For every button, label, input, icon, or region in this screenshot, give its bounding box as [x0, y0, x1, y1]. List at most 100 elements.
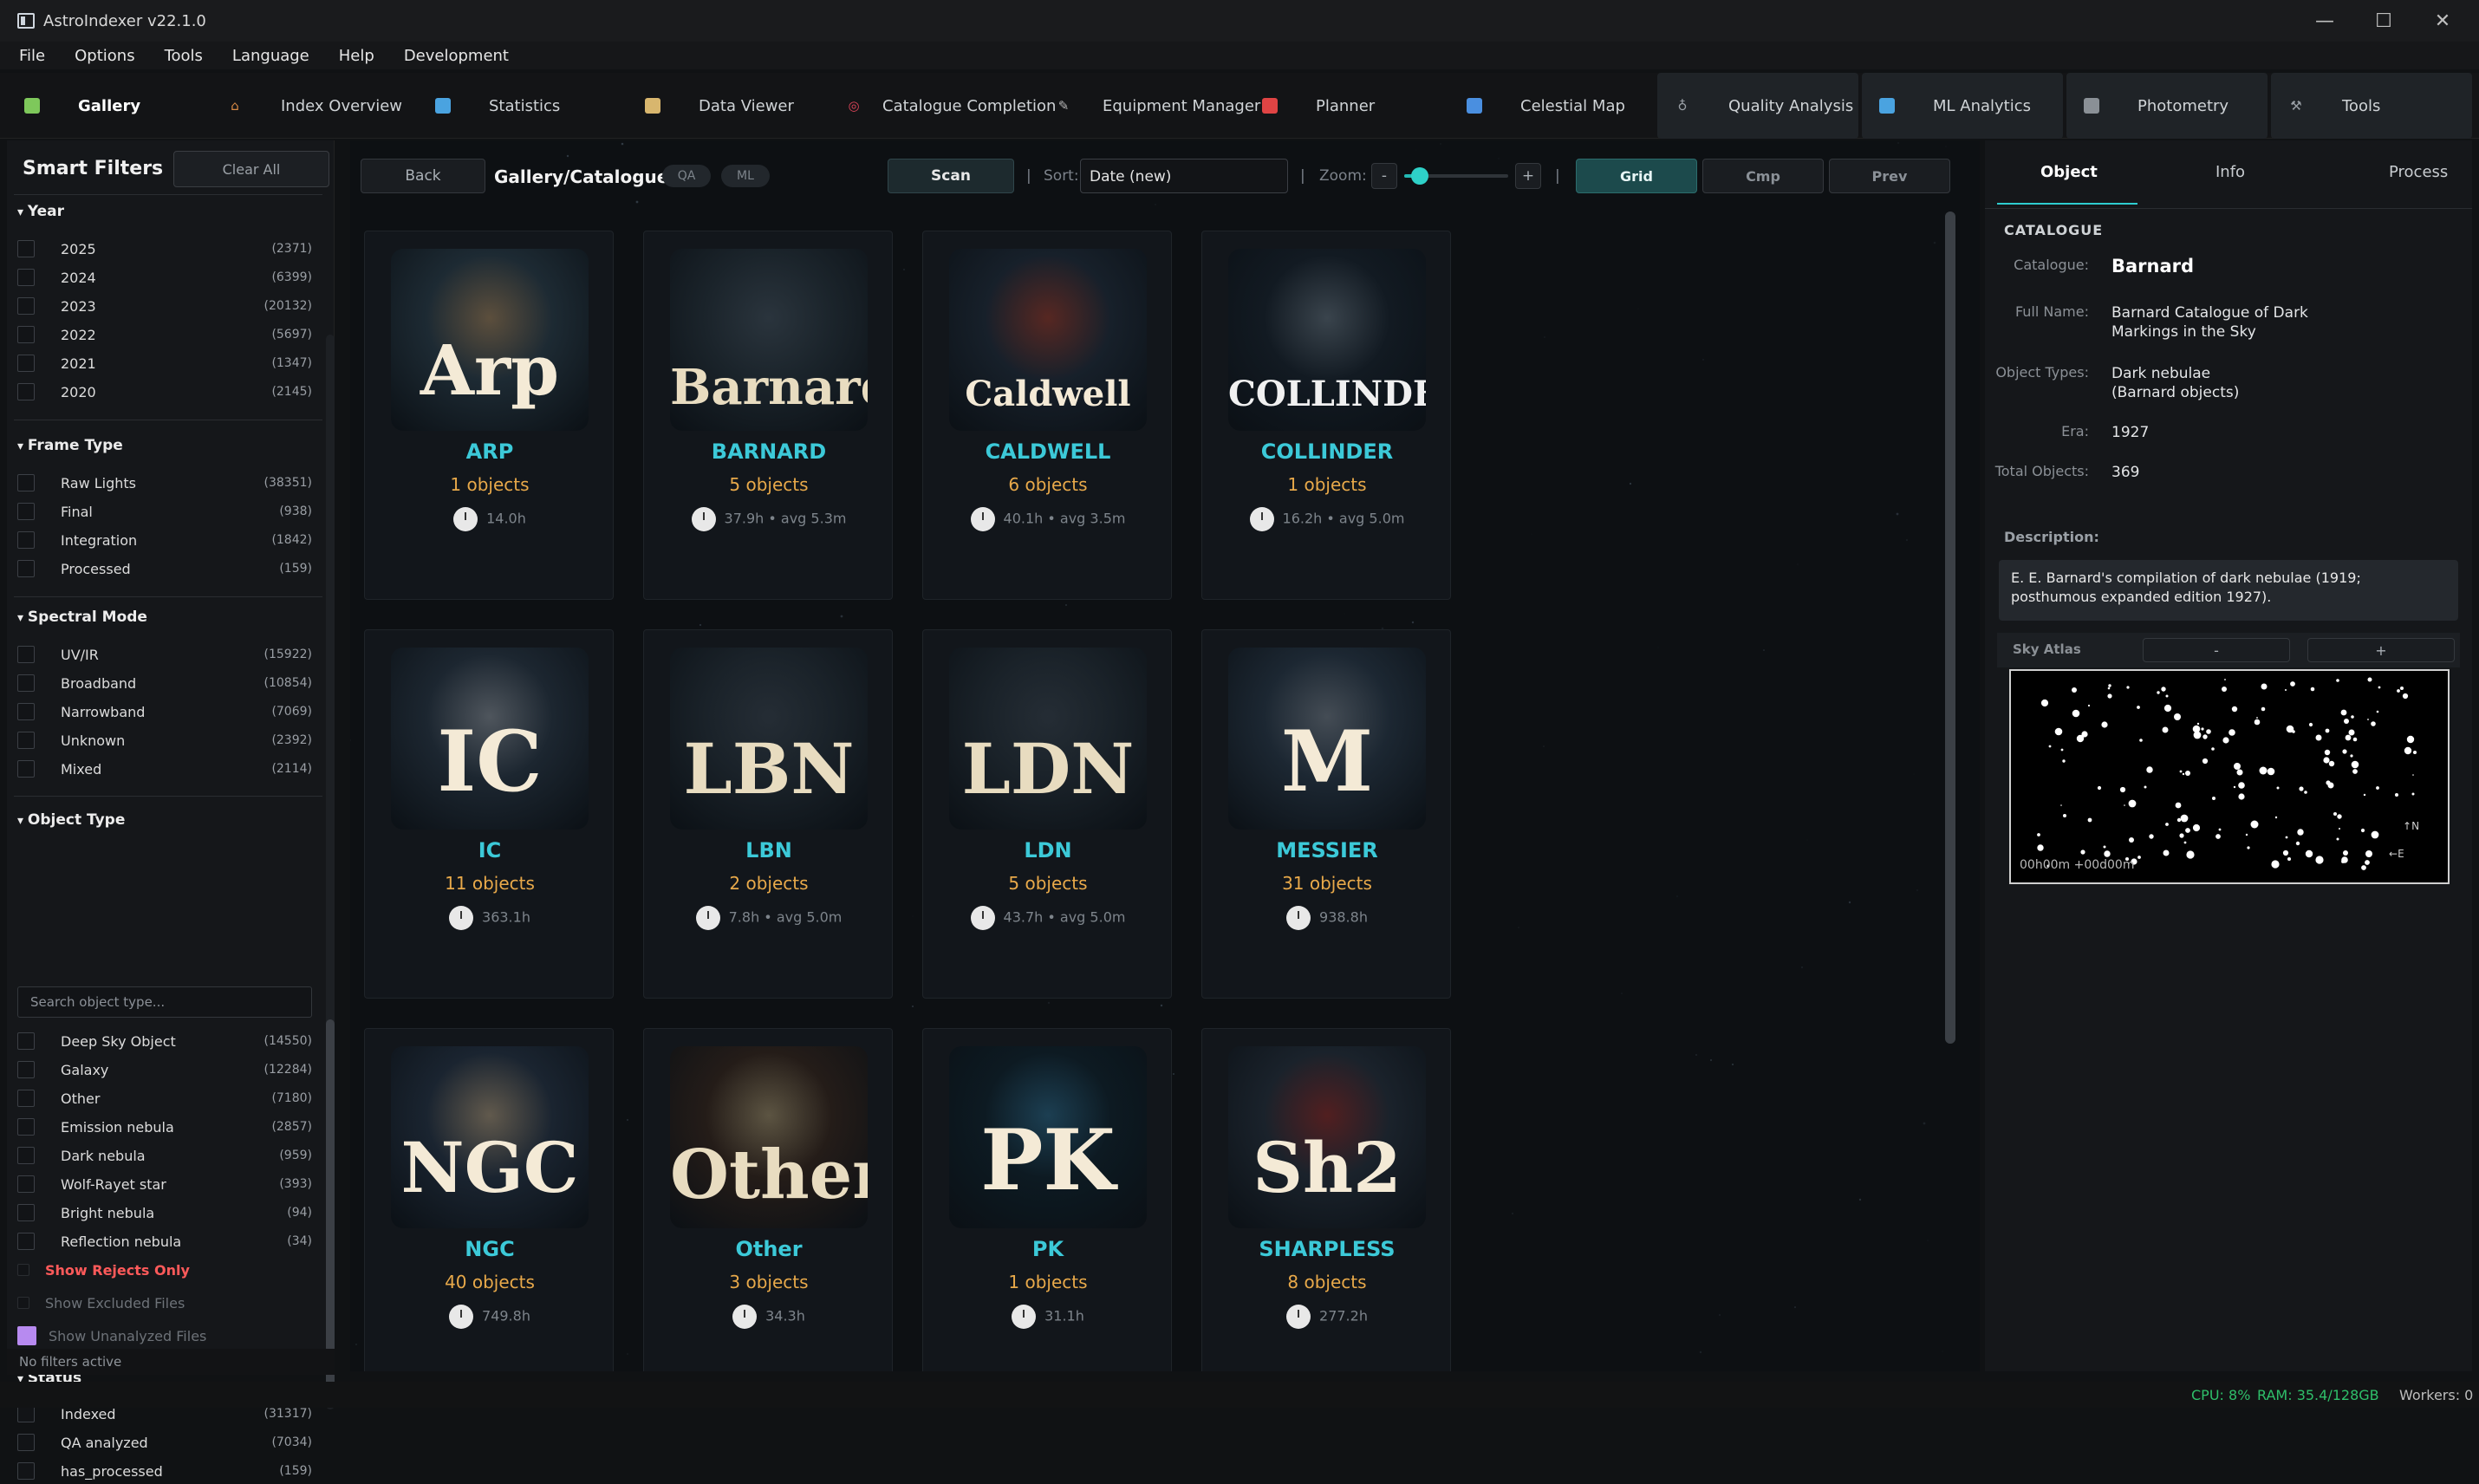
tab-statistics[interactable]: Statistics [435, 73, 560, 139]
filter-type-galaxy[interactable]: Galaxy (12284) [17, 1057, 312, 1083]
show-excluded-toggle[interactable]: Show Excluded Files [17, 1290, 312, 1316]
checkbox[interactable] [17, 1175, 35, 1193]
checkbox[interactable] [17, 1405, 35, 1422]
checkbox[interactable] [17, 1032, 35, 1050]
atlas-zoom-out-button[interactable]: - [2143, 638, 2290, 662]
checkbox[interactable] [17, 1297, 29, 1309]
filter-type-wolf-rayet[interactable]: Wolf-Rayet star (393) [17, 1171, 312, 1197]
catalogue-card[interactable]: PK PK 1 objects 31.1h [922, 1028, 1172, 1371]
checkbox[interactable] [17, 531, 35, 549]
checkbox[interactable] [17, 1204, 35, 1221]
checkbox[interactable] [17, 760, 35, 778]
back-button[interactable]: Back [361, 159, 485, 193]
catalogue-card[interactable]: LBN LBN 2 objects 7.8h • avg 5.0m [643, 629, 893, 999]
filter-frame-integration[interactable]: Integration (1842) [17, 527, 312, 553]
object-type-section-header[interactable]: Object Type [17, 811, 125, 829]
filter-type-emission-nebula[interactable]: Emission nebula (2857) [17, 1114, 312, 1140]
tab-planner[interactable]: Planner [1262, 73, 1375, 139]
checkbox[interactable] [17, 269, 35, 286]
grid-view-button[interactable]: Grid [1576, 159, 1697, 193]
catalogue-card[interactable]: NGC NGC 40 objects 749.8h [364, 1028, 614, 1371]
catalogue-card[interactable]: M MESSIER 31 objects 938.8h [1201, 629, 1451, 999]
filter-year-2023[interactable]: 2023 (20132) [17, 293, 312, 319]
checkbox[interactable] [17, 732, 35, 749]
qa-filter-pill[interactable]: QA [662, 165, 711, 187]
checkbox[interactable] [17, 1090, 35, 1107]
menu-file[interactable]: File [9, 47, 55, 65]
atlas-zoom-in-button[interactable]: + [2307, 638, 2455, 662]
spectral-mode-section-header[interactable]: Spectral Mode [17, 609, 147, 626]
checkbox[interactable] [17, 355, 35, 372]
checkbox[interactable] [17, 383, 35, 400]
checkbox[interactable] [17, 1061, 35, 1078]
catalogue-card[interactable]: LDN LDN 5 objects 43.7h • avg 5.0m [922, 629, 1172, 999]
filter-type-bright-nebula[interactable]: Bright nebula (94) [17, 1200, 312, 1226]
show-rejects-toggle[interactable]: Show Rejects Only [17, 1257, 312, 1283]
checkbox[interactable] [17, 1462, 35, 1480]
filter-year-2021[interactable]: 2021 (1347) [17, 350, 312, 376]
menu-development[interactable]: Development [394, 47, 519, 65]
filter-spectral-unknown[interactable]: Unknown (2392) [17, 727, 312, 753]
filter-frame-raw-lights[interactable]: Raw Lights (38351) [17, 470, 312, 496]
checkbox[interactable] [17, 1264, 29, 1276]
ml-filter-pill[interactable]: ML [721, 165, 770, 187]
filter-spectral-uvir[interactable]: UV/IR (15922) [17, 641, 312, 667]
catalogue-card[interactable]: COLLINDER COLLINDER 1 objects 16.2h • avg 5… [1201, 231, 1451, 600]
filters-scrollbar[interactable] [326, 335, 335, 1409]
checkbox[interactable] [17, 1118, 35, 1136]
filter-type-dark-nebula[interactable]: Dark nebula (959) [17, 1142, 312, 1168]
tab-tools[interactable]: ⚒ Tools [2271, 73, 2472, 139]
checkbox[interactable] [17, 503, 35, 520]
filter-year-2022[interactable]: 2022 (5697) [17, 322, 312, 348]
frame-type-section-header[interactable]: Frame Type [17, 437, 123, 454]
zoom-slider-handle[interactable] [1411, 167, 1428, 185]
filter-status-qa-analyzed[interactable]: QA analyzed (7034) [17, 1429, 312, 1455]
checkbox[interactable] [17, 560, 35, 577]
preview-view-button[interactable]: Prev [1829, 159, 1950, 193]
checkbox[interactable] [17, 1326, 36, 1345]
checkbox[interactable] [17, 1233, 35, 1250]
tab-process[interactable]: Process [2389, 163, 2448, 181]
tab-equipment-manager[interactable]: ✎ Equipment Manager [1056, 73, 1261, 139]
scan-button[interactable]: Scan [888, 159, 1014, 193]
checkbox[interactable] [17, 703, 35, 720]
tab-photometry[interactable]: Photometry [2066, 73, 2268, 139]
close-button[interactable]: ✕ [2410, 0, 2476, 42]
zoom-slider[interactable] [1404, 167, 1508, 185]
zoom-out-button[interactable]: - [1371, 163, 1397, 189]
filter-spectral-broadband[interactable]: Broadband (10854) [17, 670, 312, 696]
object-type-search-input[interactable]: Search object type... [17, 986, 312, 1018]
checkbox[interactable] [17, 1147, 35, 1164]
filter-frame-processed[interactable]: Processed (159) [17, 556, 312, 582]
filter-type-deep-sky[interactable]: Deep Sky Object (14550) [17, 1028, 312, 1054]
zoom-in-button[interactable]: + [1515, 163, 1541, 189]
maximize-button[interactable]: ☐ [2351, 0, 2417, 42]
catalogue-card[interactable]: Sh2 SHARPLESS 8 objects 277.2h [1201, 1028, 1451, 1371]
menu-help[interactable]: Help [329, 47, 385, 65]
filter-type-reflection-nebula[interactable]: Reflection nebula (34) [17, 1228, 312, 1254]
tab-quality-analysis[interactable]: ♁ Quality Analysis [1657, 73, 1858, 139]
checkbox[interactable] [17, 674, 35, 692]
filter-year-2020[interactable]: 2020 (2145) [17, 379, 312, 405]
catalogue-card[interactable]: Arp ARP 1 objects 14.0h [364, 231, 614, 600]
show-unanalyzed-toggle[interactable]: Show Unanalyzed Files [17, 1323, 312, 1349]
catalogue-card[interactable]: Caldwell CALDWELL 6 objects 40.1h • avg 3.5… [922, 231, 1172, 600]
filter-frame-final[interactable]: Final (938) [17, 498, 312, 524]
tab-index-overview[interactable]: ⌂ Index Overview [227, 73, 402, 139]
checkbox[interactable] [17, 297, 35, 315]
sky-atlas-canvas[interactable]: 00h00m +00d00m ↑N ←E [2009, 669, 2450, 884]
menu-options[interactable]: Options [64, 47, 145, 65]
filter-type-other[interactable]: Other (7180) [17, 1085, 312, 1111]
filter-year-2025[interactable]: 2025 (2371) [17, 236, 312, 262]
sort-select[interactable]: Date (new) [1080, 159, 1288, 193]
gallery-scrollbar[interactable] [1945, 212, 1955, 1044]
tab-gallery[interactable]: Gallery [24, 73, 140, 139]
filter-spectral-narrowband[interactable]: Narrowband (7069) [17, 699, 312, 725]
year-section-header[interactable]: Year [17, 203, 64, 220]
tab-info[interactable]: Info [2215, 163, 2245, 181]
minimize-button[interactable]: — [2292, 0, 2358, 42]
catalogue-card[interactable]: Barnard BARNARD 5 objects 37.9h • avg 5.3m [643, 231, 893, 600]
catalogue-card[interactable]: IC IC 11 objects 363.1h [364, 629, 614, 999]
checkbox[interactable] [17, 1434, 35, 1451]
tab-catalogue-completion[interactable]: ◎ Catalogue Completion [846, 73, 1056, 139]
